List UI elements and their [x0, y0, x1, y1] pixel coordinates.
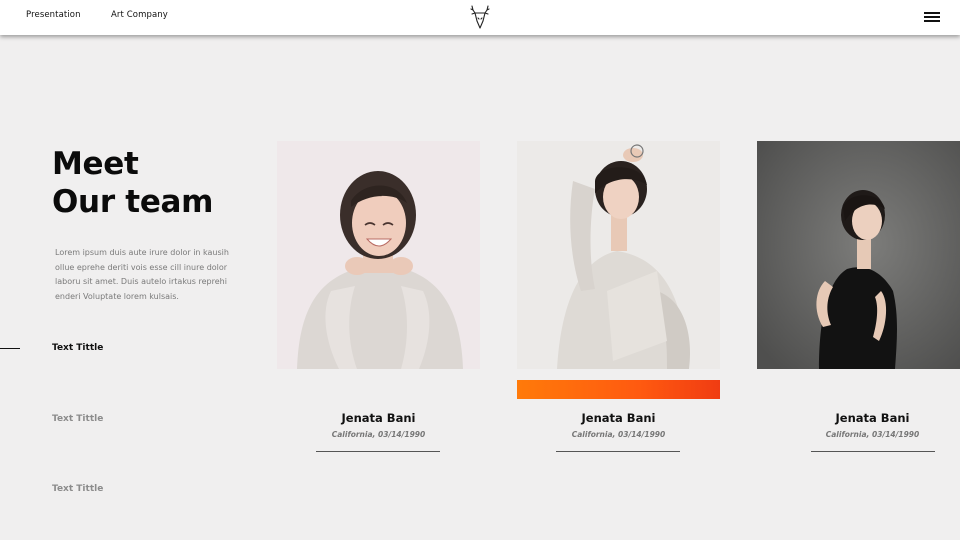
member-name: Jenata Bani [581, 411, 656, 425]
smiling-woman-sweater-photo[interactable] [277, 141, 480, 369]
card-divider [316, 451, 440, 452]
member-location: California, [331, 430, 376, 439]
active-card-accent-bar [517, 380, 720, 399]
nav-link-art-company[interactable]: Art Company [111, 10, 168, 20]
active-indicator-line [0, 348, 20, 349]
member-details: California, 03/14/1990 [517, 430, 720, 439]
card-divider [556, 451, 680, 452]
intro-description: Lorem ipsum duis aute irure dolor in kau… [55, 248, 229, 301]
page-title-line1: Meet [52, 146, 139, 182]
member-date: 03/14/1990 [378, 430, 426, 439]
page-title-line2: Our team [52, 184, 214, 220]
member-date: 03/14/1990 [618, 430, 666, 439]
page-title: Meet Our team [52, 145, 213, 221]
member-name: Jenata Bani [835, 411, 910, 425]
member-details: California, 03/14/1990 [771, 430, 960, 439]
deer-head-icon[interactable] [468, 4, 492, 30]
side-nav-item-3[interactable]: Text Tittle [52, 484, 103, 494]
nav-link-presentation[interactable]: Presentation [26, 10, 81, 20]
member-details: California, 03/14/1990 [277, 430, 480, 439]
woman-black-outfit-photo[interactable] [757, 141, 960, 369]
member-name: Jenata Bani [341, 411, 416, 425]
member-location: California, [571, 430, 616, 439]
hamburger-menu-icon[interactable] [922, 10, 942, 24]
member-date: 03/14/1990 [872, 430, 920, 439]
member-location: California, [825, 430, 870, 439]
woman-white-outfit-photo[interactable] [517, 141, 720, 369]
card-divider [811, 451, 935, 452]
side-nav-item-2[interactable]: Text Tittle [52, 414, 103, 424]
top-navigation-bar: Presentation Art Company [0, 0, 960, 35]
side-nav-item-1[interactable]: Text Tittle [52, 343, 103, 353]
